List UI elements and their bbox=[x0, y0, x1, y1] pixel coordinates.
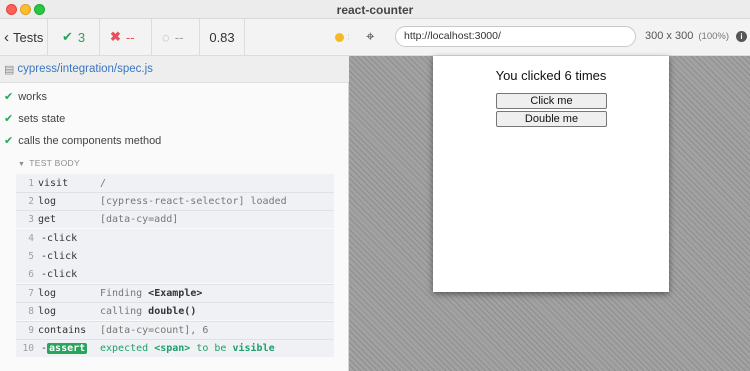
command-number: 6 bbox=[28, 268, 34, 280]
file-icon: ▤ bbox=[4, 63, 15, 76]
command-row[interactable]: 1 visit / bbox=[16, 174, 334, 192]
command-row[interactable]: 7 log Finding <Example> bbox=[16, 284, 334, 302]
spec-file-bar: ▤ cypress/integration/spec.js bbox=[0, 56, 349, 83]
command-number: 3 bbox=[28, 214, 34, 225]
test-item[interactable]: ✔ works bbox=[0, 86, 349, 107]
command-name: log bbox=[38, 288, 57, 299]
test-title: works bbox=[18, 90, 47, 103]
viewport-scale: (100%) bbox=[698, 31, 730, 42]
command-row[interactable]: 6 -click bbox=[16, 265, 334, 283]
app-iframe: You clicked 6 times Click me Double me bbox=[433, 56, 669, 292]
test-title: calls the components method bbox=[18, 134, 162, 147]
url-field[interactable]: http://localhost:3000/ bbox=[395, 26, 636, 47]
assert-badge: assert bbox=[47, 343, 88, 354]
command-name: get bbox=[38, 214, 57, 225]
command-name: log bbox=[38, 306, 57, 317]
tests-back-button[interactable]: ‹ Tests bbox=[0, 18, 48, 56]
counter-text: You clicked 6 times bbox=[495, 68, 607, 83]
viewport-dimensions: 300 x 300 bbox=[645, 30, 694, 42]
command-row[interactable]: 8 log calling double() bbox=[16, 302, 334, 320]
command-message: [data-cy=add] bbox=[100, 214, 179, 225]
running-indicator bbox=[335, 32, 344, 42]
browser-header: ⌖ http://localhost:3000/ 300 x 300 (100%… bbox=[349, 19, 750, 56]
command-row[interactable]: 9 contains [data-cy=count], 6 bbox=[16, 321, 334, 339]
test-body-label: TEST BODY bbox=[29, 158, 80, 168]
command-number: 8 bbox=[28, 306, 34, 317]
failed-value: -- bbox=[125, 29, 135, 45]
pending-value: -- bbox=[174, 29, 184, 45]
command-message: / bbox=[100, 177, 107, 189]
passed-count: ✔ 3 bbox=[48, 18, 100, 56]
command-message: [data-cy=count], 6 bbox=[100, 325, 209, 336]
command-name: -click bbox=[41, 250, 78, 262]
command-row[interactable]: 4 -click bbox=[16, 229, 334, 247]
command-row[interactable]: 5 -click bbox=[16, 247, 334, 265]
command-message: expected <span> to be visible bbox=[100, 343, 275, 354]
command-message: calling double() bbox=[100, 306, 197, 317]
command-message: Finding <Example> bbox=[100, 288, 203, 299]
pending-count: ◌ -- bbox=[152, 18, 200, 56]
command-number: 5 bbox=[28, 250, 34, 262]
chevron-left-icon: ‹ bbox=[4, 28, 9, 46]
window-titlebar: react-counter bbox=[0, 0, 750, 19]
command-name: log bbox=[38, 196, 57, 207]
check-icon: ✔ bbox=[4, 91, 14, 103]
duration: 0.83 bbox=[200, 18, 245, 56]
passed-value: 3 bbox=[77, 29, 86, 45]
aut-panel: ⌖ http://localhost:3000/ 300 x 300 (100%… bbox=[349, 19, 750, 371]
command-name: -click bbox=[41, 232, 78, 244]
command-message: [cypress-react-selector] loaded bbox=[100, 196, 287, 207]
command-name: visit bbox=[38, 177, 69, 189]
command-name: -click bbox=[41, 268, 78, 280]
command-row[interactable]: 10 - assert expected <span> to be visible bbox=[16, 339, 334, 357]
stats-bar: ‹ Tests ✔ 3 ✖ -- ◌ -- 0.83 ↕ ↻ bbox=[0, 18, 388, 56]
command-name: - assert bbox=[41, 343, 88, 354]
failed-count: ✖ -- bbox=[100, 18, 152, 56]
command-number: 2 bbox=[28, 196, 34, 207]
double-me-button[interactable]: Double me bbox=[496, 111, 607, 127]
check-icon: ✔ bbox=[4, 135, 14, 147]
tests-label: Tests bbox=[13, 29, 44, 45]
command-number: 4 bbox=[28, 232, 34, 244]
test-item[interactable]: ✔ calls the components method bbox=[0, 130, 349, 151]
x-icon: ✖ bbox=[110, 29, 121, 44]
command-number: 9 bbox=[28, 325, 34, 336]
test-title: sets state bbox=[18, 112, 66, 125]
window-title: react-counter bbox=[336, 3, 414, 17]
check-icon: ✔ bbox=[62, 29, 73, 44]
aut-background: You clicked 6 times Click me Double me bbox=[349, 56, 750, 371]
reporter-panel: ‹ Tests ✔ 3 ✖ -- ◌ -- 0.83 ↕ ↻ ▤ cypress… bbox=[0, 18, 388, 371]
command-name: contains bbox=[38, 325, 87, 336]
viewport-size: 300 x 300 (100%) bbox=[645, 30, 729, 42]
spec-path-link[interactable]: cypress/integration/spec.js bbox=[17, 63, 153, 75]
command-number: 7 bbox=[28, 288, 34, 299]
caret-down-icon: ▼ bbox=[18, 161, 26, 168]
check-icon: ✔ bbox=[4, 113, 14, 125]
command-number: 10 bbox=[22, 343, 34, 354]
command-row[interactable]: 2 log [cypress-react-selector] loaded bbox=[16, 192, 334, 210]
crosshair-icon[interactable]: ⌖ bbox=[366, 28, 374, 45]
run-controls: ↕ ↻ bbox=[245, 19, 388, 56]
test-body-header[interactable]: ▼ TEST BODY bbox=[18, 158, 80, 168]
test-item[interactable]: ✔ sets state bbox=[0, 108, 349, 129]
circle-notch-icon: ◌ bbox=[162, 29, 170, 45]
command-row[interactable]: 3 get [data-cy=add] bbox=[16, 210, 334, 228]
info-icon[interactable]: i bbox=[736, 31, 747, 42]
command-number: 1 bbox=[28, 177, 34, 189]
click-me-button[interactable]: Click me bbox=[496, 93, 607, 109]
